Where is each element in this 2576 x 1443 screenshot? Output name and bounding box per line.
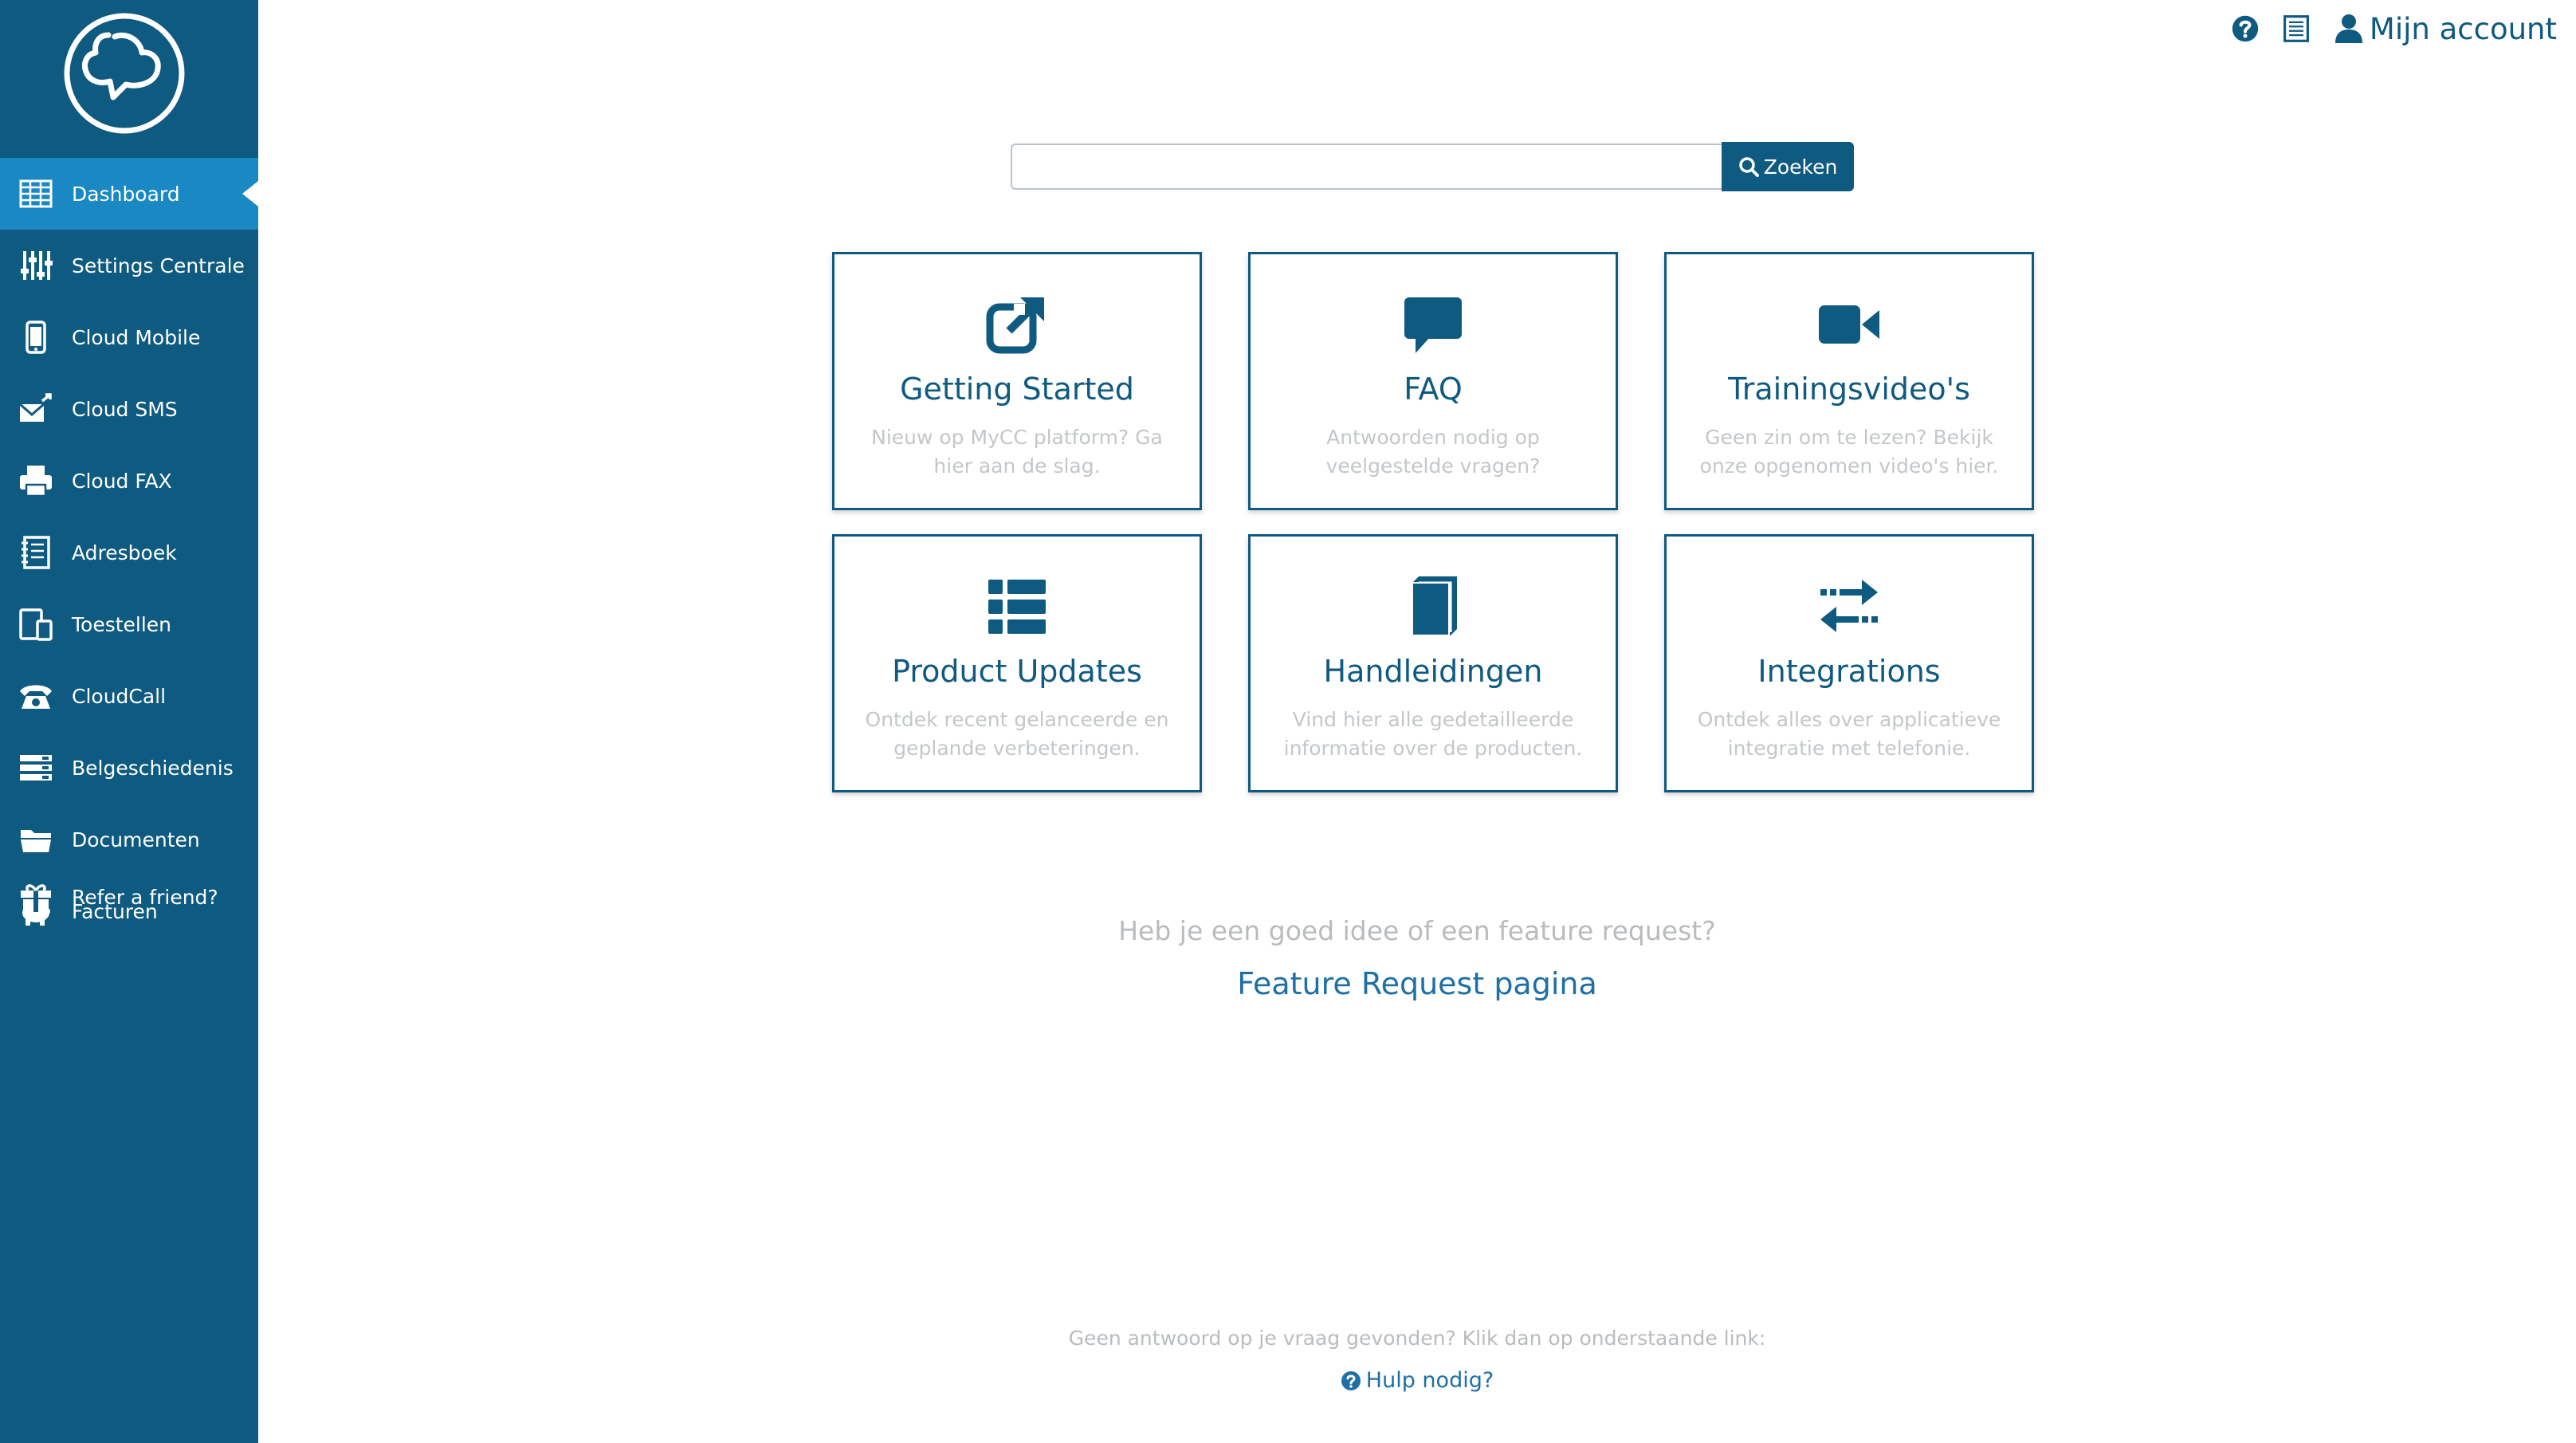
account-menu[interactable]: Mijn account xyxy=(2333,12,2557,46)
folder-open-icon xyxy=(18,821,54,858)
card-trainingsvideos[interactable]: Trainingsvideo's Geen zin om te lezen? B… xyxy=(1664,252,2034,510)
call-history-icon xyxy=(18,749,54,786)
card-title: FAQ xyxy=(1404,372,1463,407)
help-link-label: Hulp nodig? xyxy=(1365,1368,1494,1393)
speech-bubble-icon xyxy=(1251,293,1616,356)
sidebar-item-label: Adresboek xyxy=(72,541,177,564)
account-label: Mijn account xyxy=(2369,11,2557,46)
card-title: Trainingsvideo's xyxy=(1728,372,1970,407)
card-product-updates[interactable]: Product Updates Ontdek recent gelanceerd… xyxy=(832,534,1202,792)
sidebar-item-label: Cloud FAX xyxy=(72,469,172,493)
card-title: Integrations xyxy=(1757,654,1941,689)
question-circle-icon[interactable] xyxy=(2229,13,2261,45)
address-book-icon xyxy=(18,534,54,571)
feature-request-link[interactable]: Feature Request pagina xyxy=(258,966,2576,1001)
list-icon xyxy=(834,575,1200,639)
sidebar-item-label: Cloud Mobile xyxy=(72,325,201,349)
sidebar-item-label: Documenten xyxy=(72,828,200,851)
sidebar-item-toestellen[interactable]: Toestellen xyxy=(0,588,258,660)
feature-request-question: Heb je een goed idee of een feature requ… xyxy=(1118,915,1716,946)
envelope-send-icon xyxy=(18,391,54,427)
mobile-phone-icon xyxy=(18,319,54,356)
help-link[interactable]: Hulp nodig? xyxy=(258,1368,2576,1393)
sidebar-item-cloud-fax[interactable]: Cloud FAX xyxy=(0,445,258,517)
sidebar-item-dashboard[interactable]: Dashboard xyxy=(0,158,258,230)
card-title: Product Updates xyxy=(892,654,1142,689)
external-link-icon xyxy=(834,293,1200,356)
sidebar-item-cloud-sms[interactable]: Cloud SMS xyxy=(0,373,258,445)
top-bar: Mijn account xyxy=(2210,6,2557,51)
card-description: Antwoorden nodig op veelgestelde vragen? xyxy=(1325,426,1541,478)
sliders-icon xyxy=(18,247,54,284)
card-title: Handleidingen xyxy=(1323,654,1543,689)
phone-icon xyxy=(18,678,54,714)
sidebar-item-label: Toestellen xyxy=(72,612,172,636)
sidebar-item-label: Refer a friend? xyxy=(72,885,218,909)
cloud-chat-logo[interactable] xyxy=(62,11,187,136)
sidebar-item-label: Dashboard xyxy=(72,182,180,206)
sidebar: Dashboard Settings Centrale Cloud Mobile… xyxy=(0,0,258,1443)
sidebar-item-cloud-mobile[interactable]: Cloud Mobile xyxy=(0,301,258,373)
exchange-arrows-icon xyxy=(1667,575,2032,639)
printer-icon xyxy=(18,462,54,499)
devices-icon xyxy=(18,606,54,643)
sidebar-item-label: Belgeschiedenis xyxy=(72,756,234,780)
search-button[interactable]: Zoeken xyxy=(1722,142,1854,191)
card-handleidingen[interactable]: Handleidingen Vind hier alle gedetaillee… xyxy=(1248,534,1618,792)
card-getting-started[interactable]: Getting Started Nieuw op MyCC platform? … xyxy=(832,252,1202,510)
search-input[interactable] xyxy=(1011,144,1722,190)
search-icon xyxy=(1738,157,1759,177)
video-camera-icon xyxy=(1667,293,2032,356)
gift-icon xyxy=(18,879,54,915)
card-description: Geen zin om te lezen? Bekijk onze opgeno… xyxy=(1699,426,1999,478)
sidebar-nav: Dashboard Settings Centrale Cloud Mobile… xyxy=(0,158,258,947)
search-button-label: Zoeken xyxy=(1763,155,1838,179)
book-icon xyxy=(1251,575,1616,639)
card-faq[interactable]: FAQ Antwoorden nodig op veelgestelde vra… xyxy=(1248,252,1618,510)
card-integrations[interactable]: Integrations Ontdek alles over applicati… xyxy=(1664,534,2034,792)
table-grid-icon xyxy=(18,175,54,212)
sidebar-item-adresboek[interactable]: Adresboek xyxy=(0,517,258,588)
card-description: Vind hier alle gedetailleerde informatie… xyxy=(1283,708,1583,760)
question-circle-icon xyxy=(1341,1370,1361,1390)
card-description: Nieuw op MyCC platform? Ga hier aan de s… xyxy=(871,426,1163,478)
sidebar-item-cloudcall[interactable]: CloudCall xyxy=(0,660,258,732)
list-document-icon[interactable] xyxy=(2280,13,2312,45)
sidebar-item-label: CloudCall xyxy=(72,684,167,708)
search-bar: Zoeken xyxy=(1011,142,1854,191)
card-title: Getting Started xyxy=(900,372,1134,407)
card-description: Ontdek recent gelanceerde en geplande ve… xyxy=(865,708,1169,760)
sidebar-item-belgeschiedenis[interactable]: Belgeschiedenis xyxy=(0,732,258,804)
sidebar-item-label: Settings Centrale xyxy=(72,254,245,277)
sidebar-item-settings-centrale[interactable]: Settings Centrale xyxy=(0,230,258,301)
sidebar-item-refer-a-friend[interactable]: Refer a friend? xyxy=(0,861,258,933)
help-question: Geen antwoord op je vraag gevonden? Klik… xyxy=(1068,1327,1766,1350)
card-description: Ontdek alles over applicatieve integrati… xyxy=(1697,708,2001,760)
sidebar-item-label: Cloud SMS xyxy=(72,397,178,421)
user-icon xyxy=(2334,14,2362,43)
